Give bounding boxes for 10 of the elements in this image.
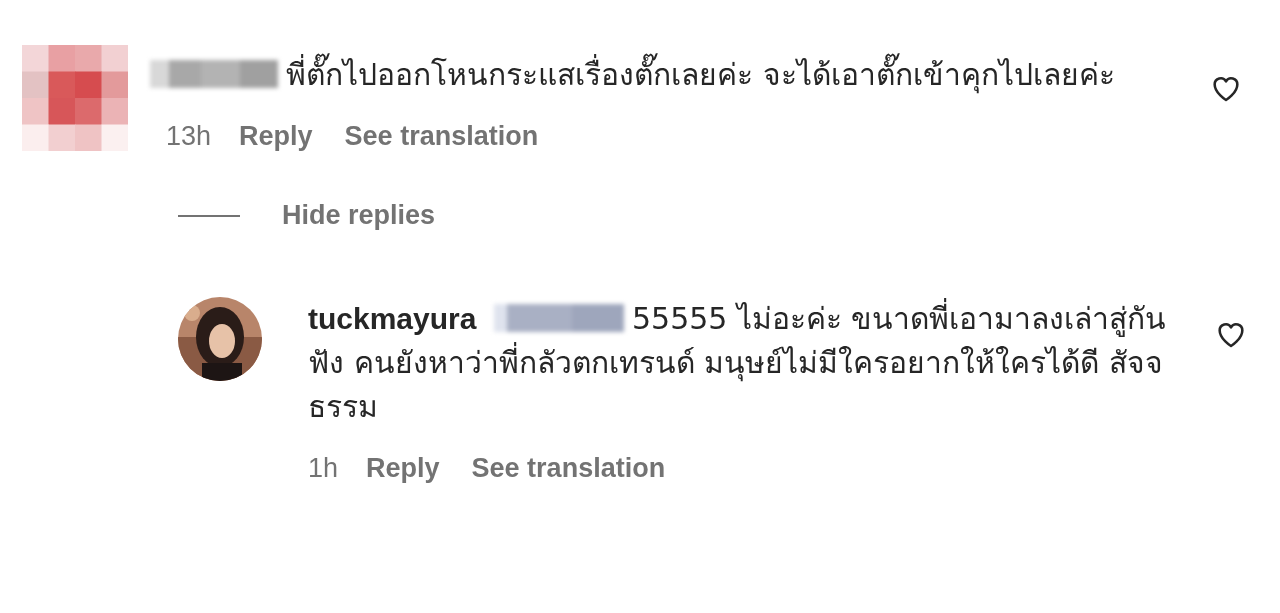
see-translation-link[interactable]: See translation [344, 121, 539, 152]
comment-text: พี่ตั๊กไปออกโหนกระแสเรื่องตั๊กเลยค่ะ จะได้เอาตั๊กเข้าคุกไปเลยค่ะ [166, 53, 1141, 97]
reply-link[interactable]: Reply [239, 121, 313, 152]
reply-link[interactable]: Reply [366, 453, 440, 484]
comment-time: 13h [166, 121, 212, 152]
username-link[interactable]: tuckmayura [308, 302, 477, 335]
reply-time: 1h [308, 453, 339, 484]
reply-text: tuckmayura 55555 ไม่อะค่ะ ขนาดพี่เอามาลงเล่าสู่กันฟัง คนยังหาว่าพี่กลัวตกเทรนด์ มนุษย์ไม่มีใครอยากให้ใครได้ดี สัจจธรรม [308, 297, 1170, 429]
hide-replies-link[interactable]: Hide replies [282, 200, 436, 231]
see-translation-link[interactable]: See translation [471, 453, 666, 484]
